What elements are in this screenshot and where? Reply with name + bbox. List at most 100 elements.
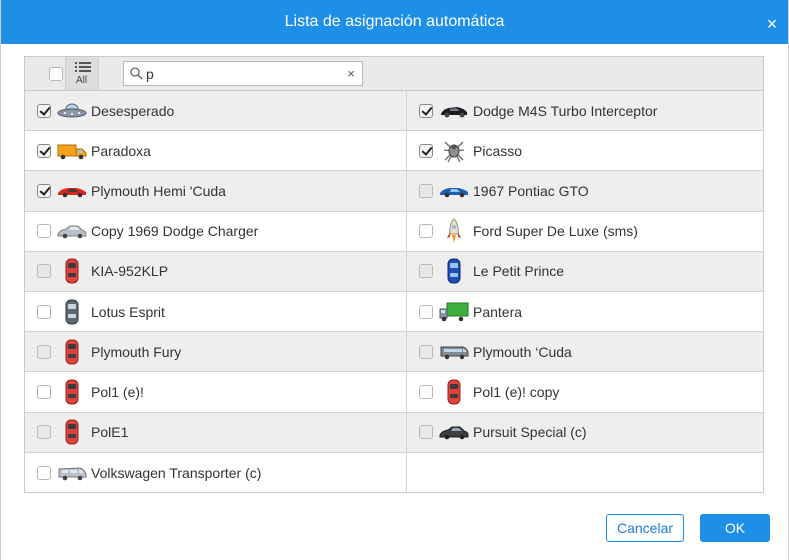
list-item[interactable]: Picasso	[406, 131, 763, 171]
cancel-button[interactable]: Cancelar	[606, 514, 684, 542]
green-truck-icon	[439, 300, 469, 324]
list-all-icon: All	[75, 62, 91, 85]
item-checkbox[interactable]	[419, 384, 433, 399]
close-icon[interactable]: ×	[765, 15, 779, 33]
assignment-dialog: Lista de asignación automática × All ×	[0, 0, 789, 560]
item-checkbox[interactable]	[419, 103, 433, 118]
item-label: Pursuit Special (c)	[473, 424, 587, 441]
dialog-titlebar: Lista de asignación automática ×	[1, 0, 788, 44]
gray-car-topview-icon	[57, 299, 87, 325]
table-row: Pol1 (e)! Pol1 (e)! copy	[25, 372, 763, 413]
silver-van-icon	[57, 461, 87, 485]
item-checkbox[interactable]	[419, 344, 433, 359]
list-item[interactable]: Desesperado	[25, 91, 406, 130]
item-label: Paradoxa	[91, 142, 151, 159]
item-label: KIA-952KLP	[91, 263, 169, 280]
item-label: Ford Super De Luxe (sms)	[473, 223, 638, 240]
list-toolbar: All ×	[25, 57, 763, 91]
table-row: PolE1 Pursuit Special (c)	[25, 412, 763, 453]
ufo-icon	[57, 99, 87, 123]
red-car-topview-icon	[57, 339, 87, 365]
select-all-checkbox[interactable]	[49, 67, 63, 81]
list-item[interactable]: Pantera	[406, 291, 763, 332]
list-item[interactable]: Plymouth ‘Cuda	[406, 332, 763, 372]
search-input[interactable]	[146, 64, 336, 83]
rocket-icon	[439, 218, 469, 244]
item-checkbox[interactable]	[37, 143, 51, 158]
table-row: Desesperado Dodge M4S Turbo Interceptor	[25, 91, 763, 132]
list-item[interactable]: Pol1 (e)! copy	[406, 372, 763, 412]
item-checkbox[interactable]	[37, 304, 51, 319]
item-label: Plymouth Hemi 'Cuda	[91, 182, 226, 199]
list-item[interactable]: Lotus Esprit	[25, 292, 406, 331]
ok-button[interactable]: OK	[700, 514, 770, 542]
list-item[interactable]: Volkswagen Transporter (c)	[25, 453, 406, 493]
red-car-topview-icon	[439, 379, 469, 405]
item-label: Pantera	[473, 303, 523, 320]
item-label: Dodge M4S Turbo Interceptor	[473, 102, 658, 119]
list-item[interactable]: Le Petit Prince	[406, 251, 763, 291]
unit-grid: Desesperado Dodge M4S Turbo Interceptor Pa…	[25, 91, 763, 493]
item-label: Volkswagen Transporter (c)	[91, 464, 262, 481]
list-item[interactable]: Dodge M4S Turbo Interceptor	[406, 91, 763, 131]
list-item[interactable]: Pursuit Special (c)	[406, 412, 763, 452]
item-checkbox[interactable]	[37, 183, 51, 198]
toggle-all-button[interactable]: All	[65, 57, 99, 90]
list-item[interactable]: 1967 Pontiac GTO	[406, 171, 763, 211]
table-row: Volkswagen Transporter (c)	[25, 452, 763, 493]
black-sports-car-icon	[439, 99, 469, 123]
item-label: 1967 Pontiac GTO	[473, 182, 589, 199]
item-checkbox[interactable]	[37, 425, 51, 440]
item-label: Pol1 (e)!	[91, 383, 144, 400]
table-row: KIA-952KLP Le Petit Prince	[25, 251, 763, 292]
bus-icon	[439, 340, 469, 364]
item-checkbox[interactable]	[419, 224, 433, 239]
red-car-topview-icon	[57, 379, 87, 405]
list-item[interactable]: Paradoxa	[25, 131, 406, 170]
red-sports-car-icon	[57, 179, 87, 203]
orange-truck-icon	[57, 139, 87, 163]
item-checkbox[interactable]	[37, 384, 51, 399]
item-checkbox[interactable]	[37, 224, 51, 239]
table-row: Copy 1969 Dodge Charger Ford Super De Lux…	[25, 211, 763, 252]
item-label: Le Petit Prince	[473, 263, 565, 280]
item-label: Plymouth ‘Cuda	[473, 343, 572, 360]
clear-search-icon[interactable]: ×	[347, 66, 355, 81]
item-checkbox[interactable]	[419, 183, 433, 198]
red-car-topview-icon	[57, 258, 87, 284]
list-item[interactable]: Plymouth Hemi 'Cuda	[25, 171, 406, 210]
item-checkbox[interactable]	[419, 304, 433, 319]
item-checkbox[interactable]	[419, 264, 433, 279]
table-row: Lotus Esprit Pantera	[25, 291, 763, 333]
search-icon	[130, 67, 143, 80]
item-label: PolE1	[91, 424, 129, 441]
list-item[interactable]: PolE1	[25, 413, 406, 452]
item-label: Lotus Esprit	[91, 303, 165, 320]
unit-list-panel: All × Desesperado Dodge M4S Turbo Interce…	[24, 56, 764, 493]
item-checkbox[interactable]	[37, 465, 51, 480]
item-label: Desesperado	[91, 102, 175, 119]
item-checkbox[interactable]	[419, 143, 433, 158]
item-label: Picasso	[473, 142, 523, 159]
empty-cell	[406, 452, 763, 493]
item-checkbox[interactable]	[37, 344, 51, 359]
item-label: Copy 1969 Dodge Charger	[91, 223, 259, 240]
list-item[interactable]: Ford Super De Luxe (sms)	[406, 211, 763, 251]
table-row: Plymouth Fury Plymouth ‘Cuda	[25, 332, 763, 373]
search-box: ×	[123, 61, 363, 86]
dark-sedan-icon	[439, 420, 469, 444]
list-item[interactable]: Copy 1969 Dodge Charger	[25, 212, 406, 251]
item-label: Pol1 (e)! copy	[473, 383, 560, 400]
table-row: Plymouth Hemi 'Cuda 1967 Pontiac GTO	[25, 171, 763, 212]
list-item[interactable]: Pol1 (e)!	[25, 372, 406, 411]
dialog-title: Lista de asignación automática	[284, 13, 505, 30]
list-item[interactable]: KIA-952KLP	[25, 252, 406, 291]
red-car-topview-icon	[57, 419, 87, 445]
blue-car-topview-icon	[439, 258, 469, 284]
list-item[interactable]: Plymouth Fury	[25, 332, 406, 371]
blue-sports-car-icon	[439, 179, 469, 203]
silver-sedan-icon	[57, 219, 87, 243]
item-checkbox[interactable]	[37, 264, 51, 279]
item-checkbox[interactable]	[419, 425, 433, 440]
item-checkbox[interactable]	[37, 103, 51, 118]
